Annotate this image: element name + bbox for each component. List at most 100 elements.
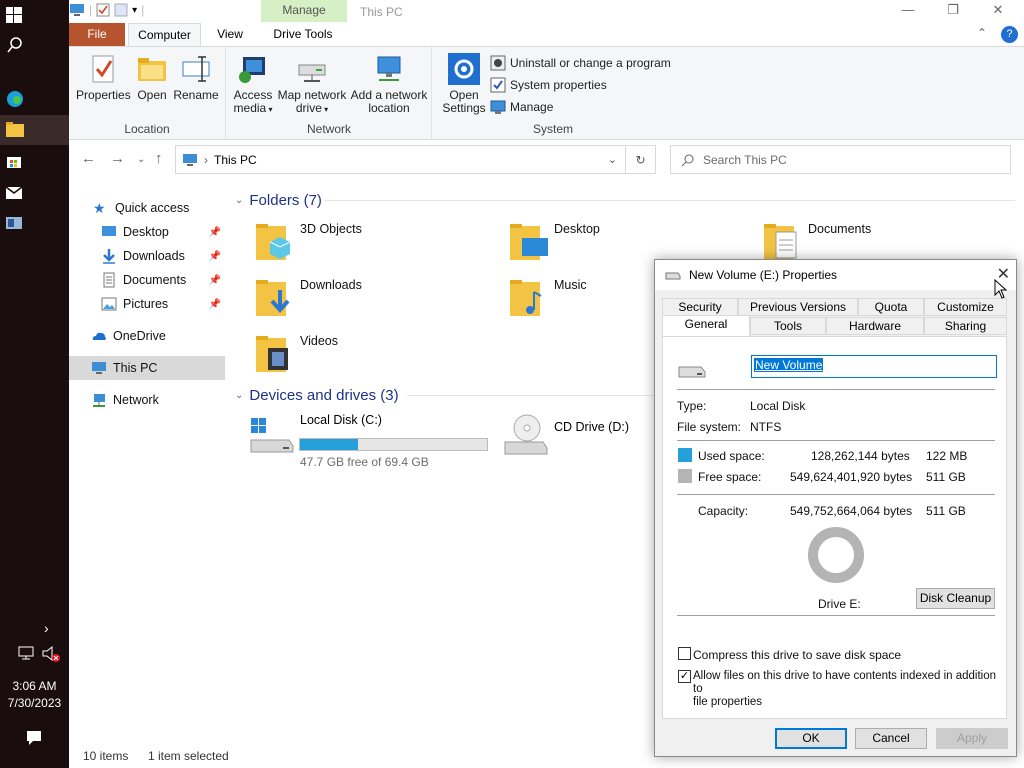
properties-button[interactable]: Properties [76, 53, 131, 102]
qat-dropdown-icon[interactable]: ▾ [132, 5, 137, 16]
cd-drive-icon [504, 414, 548, 455]
tab-security[interactable]: Security [662, 298, 738, 316]
tab-view[interactable]: View [207, 23, 253, 47]
system-properties-label: System properties [510, 78, 607, 92]
back-arrow-icon[interactable]: ← [81, 150, 96, 167]
volume-muted-icon[interactable] [42, 645, 62, 666]
refresh-button[interactable]: ↻ [626, 145, 656, 174]
nav-item-this-pc[interactable]: This PC [69, 356, 225, 380]
open-button[interactable]: Open [135, 53, 169, 102]
rename-icon [182, 56, 210, 82]
forward-arrow-icon[interactable]: → [110, 150, 125, 167]
clock[interactable]: 3:06 AM 7/30/2023 [0, 678, 69, 712]
uninstall-icon [490, 55, 506, 71]
add-network-location-button[interactable]: Add a network location [349, 53, 429, 115]
drives-section-header[interactable]: ⌄ Devices and drives (3) [235, 387, 399, 404]
nav-item-network[interactable]: Network [69, 388, 225, 412]
uninstall-program-button[interactable]: Uninstall or change a program [490, 55, 671, 71]
pin-icon[interactable]: 📌 [209, 251, 221, 262]
manage-context-tab[interactable]: Manage [261, 0, 347, 22]
index-checkbox[interactable]: ✓ [678, 670, 691, 683]
mail-icon [6, 186, 22, 199]
used-space-bytes: 128,262,144 bytes [811, 449, 910, 463]
search-input[interactable]: Search This PC [670, 145, 1011, 174]
mail-taskbar-button[interactable] [0, 177, 69, 207]
nav-item-pictures[interactable]: Pictures 📌 [69, 292, 225, 316]
maximize-button[interactable]: ❐ [931, 2, 975, 22]
apply-button[interactable]: Apply [936, 728, 1008, 749]
system-properties-button[interactable]: System properties [490, 77, 607, 93]
downloads-icon [103, 249, 115, 264]
donut-free-segment [808, 527, 864, 583]
store-taskbar-button[interactable] [0, 146, 69, 176]
this-pc-icon [92, 362, 106, 374]
location-group-label: Location [124, 122, 170, 136]
tab-computer[interactable]: Computer [128, 23, 201, 47]
nav-item-quick-access[interactable]: ★ Quick access [69, 196, 225, 220]
minimize-button[interactable]: — [886, 2, 930, 22]
collapse-chevron-icon: ⌄ [235, 195, 244, 206]
nav-item-documents[interactable]: Documents 📌 [69, 268, 225, 292]
tab-drive-tools[interactable]: Drive Tools [265, 23, 341, 47]
pin-icon[interactable]: 📌 [209, 227, 221, 238]
folder-label: Music [554, 278, 587, 292]
open-settings-button[interactable]: Open Settings [441, 53, 487, 115]
cancel-button[interactable]: Cancel [855, 728, 927, 749]
folder-item[interactable]: Videos [254, 332, 494, 382]
status-item-count: 10 items [83, 749, 129, 763]
app-icon [6, 217, 22, 229]
volume-name-input[interactable]: New Volume [751, 355, 997, 378]
tab-hardware[interactable]: Hardware [826, 317, 924, 335]
drive-usage-bar [299, 438, 488, 451]
help-icon[interactable]: ? [1001, 26, 1018, 43]
nav-item-desktop[interactable]: Desktop 📌 [69, 220, 225, 244]
tab-file[interactable]: File [69, 23, 125, 47]
tab-tools[interactable]: Tools [750, 317, 826, 335]
tab-quota[interactable]: Quota [858, 298, 924, 316]
capacity-bytes: 549,752,664,064 bytes [790, 504, 913, 518]
folder-item[interactable]: 3D Objects [254, 220, 494, 270]
system-properties-icon [490, 77, 506, 93]
add-location-label-2: location [368, 101, 410, 115]
chevron-up-icon[interactable]: › [44, 620, 49, 636]
access-media-button[interactable]: Access media ▾ [231, 53, 275, 116]
map-network-drive-button[interactable]: Map network drive ▾ [277, 53, 347, 116]
nav-item-downloads[interactable]: Downloads 📌 [69, 244, 225, 268]
collapse-ribbon-icon[interactable]: ⌃ [977, 26, 987, 40]
edge-taskbar-button[interactable] [0, 84, 69, 114]
address-dropdown-icon[interactable]: ⌄ [608, 153, 617, 166]
manage-button[interactable]: Manage [490, 99, 553, 115]
folders-heading: Folders (7) [249, 192, 322, 209]
disk-cleanup-button[interactable]: Disk Cleanup [916, 588, 995, 609]
nav-item-onedrive[interactable]: OneDrive [69, 324, 225, 348]
pin-icon[interactable]: 📌 [209, 299, 221, 310]
start-button[interactable] [0, 0, 69, 30]
rename-button[interactable]: Rename [173, 53, 219, 102]
notifications-icon[interactable] [25, 729, 43, 750]
compress-checkbox[interactable] [678, 647, 691, 660]
pin-icon[interactable]: 📌 [209, 275, 221, 286]
search-taskbar-button[interactable] [0, 30, 69, 60]
index-label-line-1: Allow files on this drive to have conten… [693, 670, 997, 695]
recent-locations-icon[interactable]: ⌄ [137, 154, 145, 165]
close-window-button[interactable]: ✕ [976, 2, 1020, 22]
network-drive-icon [298, 64, 326, 82]
tab-previous-versions[interactable]: Previous Versions [738, 298, 858, 316]
breadcrumb[interactable]: This PC [214, 153, 257, 167]
tab-sharing[interactable]: Sharing [924, 317, 1007, 335]
new-folder-qat-icon[interactable] [114, 3, 128, 17]
manage-computer-icon [490, 100, 506, 114]
explorer-taskbar-button[interactable] [0, 115, 69, 145]
address-bar[interactable]: › This PC ⌄ [175, 145, 626, 174]
tab-general[interactable]: General [662, 315, 750, 336]
folders-section-header[interactable]: ⌄ Folders (7) [235, 192, 322, 209]
ok-button[interactable]: OK [775, 728, 847, 749]
up-arrow-icon[interactable]: ↑ [155, 150, 163, 167]
tab-customize[interactable]: Customize [924, 298, 1007, 316]
drives-heading: Devices and drives (3) [249, 387, 399, 404]
app-taskbar-button[interactable] [0, 208, 69, 238]
folder-item[interactable]: Downloads [254, 276, 494, 326]
properties-qat-icon[interactable] [96, 3, 110, 17]
drive-item-c[interactable]: Local Disk (C:) 47.7 GB free of 69.4 GB [249, 412, 489, 469]
network-icon[interactable] [18, 645, 34, 664]
